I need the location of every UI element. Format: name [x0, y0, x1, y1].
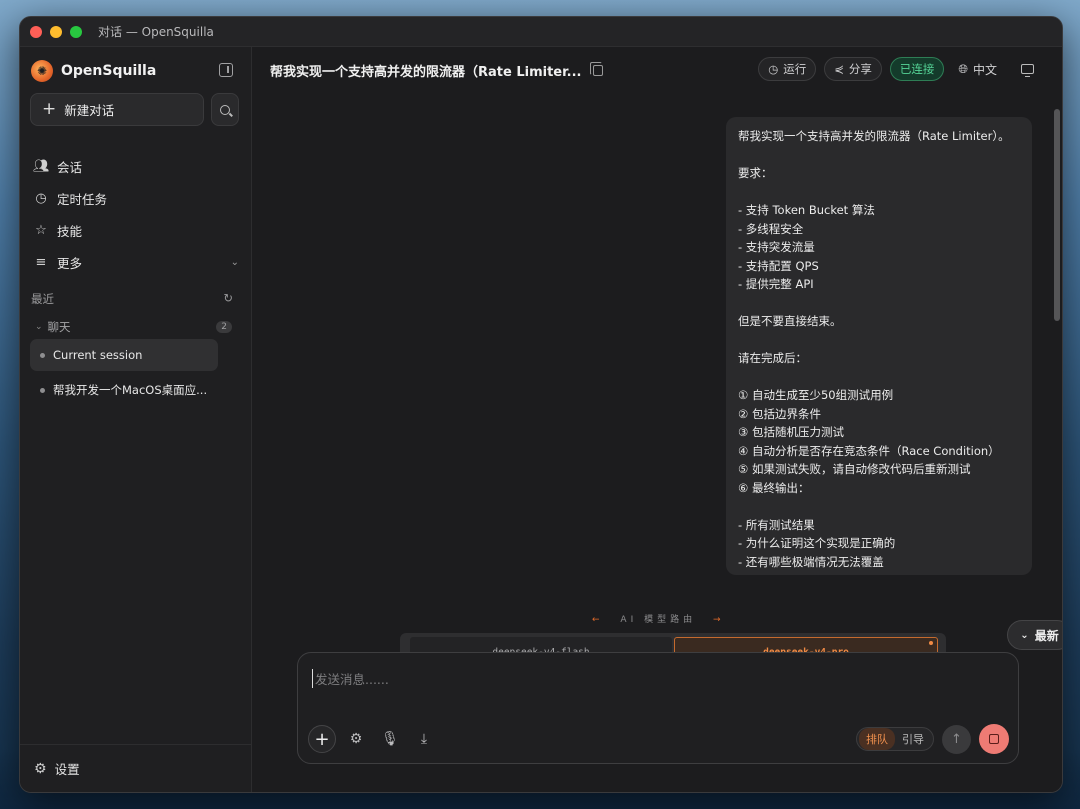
- new-chat-label: 新建对话: [64, 103, 115, 118]
- session-item-current[interactable]: Current session: [30, 339, 218, 371]
- scroll-to-latest-button[interactable]: ⌄ 最新: [1007, 620, 1062, 650]
- sidebar-item-label: 更多: [57, 255, 83, 271]
- app-window: 对话 — OpenSquilla ✺ OpenSquilla + 新建对话 👥︎…: [19, 16, 1063, 793]
- session-label: Current session: [53, 348, 143, 362]
- recent-header: 最近 ↻: [31, 291, 233, 307]
- language-button[interactable]: 🌐︎ 中文: [952, 61, 1003, 78]
- sidebar-item-sessions[interactable]: 👥︎ 会话: [33, 150, 239, 182]
- sidebar-item-label: 会话: [57, 159, 83, 175]
- plus-icon: +: [42, 99, 57, 119]
- composer-tools: + ⚙ 🎙︎ ⤓: [308, 725, 438, 753]
- message-composer: 发送消息...... + ⚙ 🎙︎ ⤓ 排队 引导 ↑: [297, 652, 1019, 764]
- window-title: 对话 — OpenSquilla: [98, 25, 214, 39]
- mode-toggle[interactable]: 排队 引导: [856, 727, 934, 751]
- sidebar: ✺ OpenSquilla + 新建对话 👥︎ 会话 ◷ 定时任务 ☆ 技能 ≡…: [20, 47, 252, 792]
- sidebar-toggle-icon[interactable]: [219, 63, 233, 77]
- chevron-down-icon: ⌄: [230, 256, 239, 268]
- stop-button[interactable]: [979, 724, 1009, 754]
- brand-name: OpenSquilla: [61, 63, 157, 79]
- users-icon: 👥︎: [33, 158, 50, 174]
- send-button[interactable]: ↑: [942, 724, 971, 754]
- window-controls: [30, 25, 82, 38]
- arrow-up-icon: ↑: [951, 731, 962, 747]
- sidebar-item-scheduled-tasks[interactable]: ◷ 定时任务: [33, 182, 239, 214]
- chat-group-header[interactable]: ⌄ 聊天 2: [35, 319, 232, 335]
- scrollbar[interactable]: [1054, 109, 1060, 321]
- star-icon: ☆: [35, 222, 47, 238]
- group-label: 聊天: [47, 320, 71, 334]
- copy-icon[interactable]: [589, 61, 603, 76]
- minimize-window-button[interactable]: [50, 25, 62, 38]
- new-chat-button[interactable]: + 新建对话: [30, 93, 204, 126]
- recent-label: 最近: [31, 292, 54, 306]
- share-button[interactable]: ⋞ 分享: [824, 57, 882, 81]
- composer-actions: 排队 引导 ↑: [856, 724, 1009, 754]
- gear-icon: ⚙: [34, 760, 47, 777]
- microphone-icon[interactable]: 🎙︎: [376, 725, 404, 753]
- language-label: 中文: [972, 62, 997, 77]
- main-panel: 帮我实现一个支持高并发的限流器（Rate Limiter... ◷ 运行 ⋞ 分…: [252, 47, 1062, 792]
- search-button[interactable]: [211, 93, 239, 126]
- settings-gear-icon[interactable]: ⚙: [342, 725, 370, 753]
- download-icon[interactable]: ⤓: [410, 725, 438, 753]
- title-bar: 对话 — OpenSquilla: [20, 17, 1062, 47]
- user-message-bubble: 帮我实现一个支持高并发的限流器（Rate Limiter）。 要求： - 支持 …: [726, 117, 1032, 575]
- settings-label: 设置: [54, 762, 80, 777]
- arrow-left-icon: ←: [592, 615, 604, 625]
- guide-mode-option[interactable]: 引导: [895, 728, 931, 750]
- share-label: 分享: [848, 62, 872, 76]
- refresh-icon[interactable]: ↻: [223, 291, 233, 307]
- sidebar-nav: 👥︎ 会话 ◷ 定时任务 ☆ 技能 ≡ 更多 ⌄: [33, 150, 239, 278]
- bullet-icon: [40, 387, 45, 393]
- monitor-icon[interactable]: [1021, 64, 1034, 77]
- router-label-text: AI 模型路由: [620, 615, 697, 625]
- conversation-header: 帮我实现一个支持高并发的限流器（Rate Limiter... ◷ 运行 ⋞ 分…: [252, 47, 1062, 93]
- settings-button[interactable]: ⚙ 设置: [20, 744, 251, 792]
- stop-icon: [989, 734, 999, 744]
- globe-icon: 🌐︎: [958, 61, 968, 76]
- squid-logo-icon: ✺: [31, 60, 53, 82]
- clock-icon: ◷: [768, 62, 779, 76]
- session-item[interactable]: 帮我开发一个MacOS桌面应...: [30, 374, 218, 406]
- close-window-button[interactable]: [30, 25, 42, 38]
- search-icon: [220, 104, 230, 115]
- menu-icon: ≡: [35, 254, 47, 270]
- latest-label: 最新: [1034, 628, 1059, 643]
- run-label: 运行: [783, 62, 807, 76]
- model-router-label: ← AI 模型路由 →: [592, 612, 725, 625]
- brand: ✺ OpenSquilla: [31, 60, 156, 82]
- share-icon: ⋞: [834, 62, 844, 76]
- add-attachment-button[interactable]: +: [308, 725, 336, 753]
- arrow-right-icon: →: [712, 615, 725, 625]
- clock-icon: ◷: [35, 190, 47, 206]
- chevron-down-icon: ⌄: [1020, 629, 1029, 641]
- queue-mode-option[interactable]: 排队: [859, 728, 895, 750]
- sidebar-item-label: 定时任务: [57, 191, 108, 207]
- run-button[interactable]: ◷ 运行: [758, 57, 817, 81]
- message-input[interactable]: 发送消息......: [312, 669, 389, 688]
- sidebar-item-skills[interactable]: ☆ 技能: [33, 214, 239, 246]
- sidebar-item-label: 技能: [57, 223, 83, 239]
- conversation-title: 帮我实现一个支持高并发的限流器（Rate Limiter...: [270, 64, 582, 80]
- header-actions: ◷ 运行 ⋞ 分享 已连接 🌐︎ 中文: [758, 57, 1034, 81]
- session-label: 帮我开发一个MacOS桌面应...: [53, 383, 208, 397]
- sidebar-item-more[interactable]: ≡ 更多 ⌄: [33, 246, 239, 278]
- chevron-down-icon: ⌄: [35, 322, 43, 332]
- bullet-icon: [40, 352, 45, 358]
- connection-status-badge: 已连接: [889, 57, 945, 81]
- zoom-window-button[interactable]: [70, 25, 82, 38]
- group-count-badge: 2: [216, 321, 232, 333]
- selected-dot-icon: [929, 641, 933, 645]
